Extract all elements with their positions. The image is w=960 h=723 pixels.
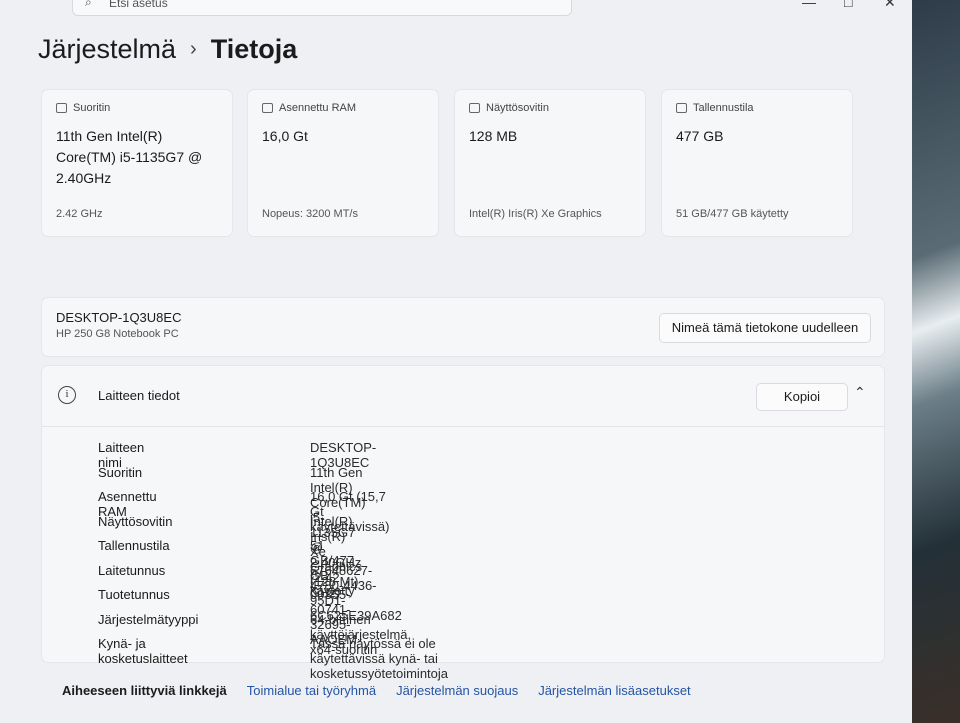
card-value: 16,0 Gt <box>262 128 308 144</box>
minimize-button[interactable]: — <box>802 0 816 10</box>
desktop-wallpaper <box>912 0 960 723</box>
divider <box>42 426 884 427</box>
search-box[interactable]: ⌕ Etsi asetus <box>72 0 572 16</box>
card-label: Suoritin <box>73 102 111 114</box>
card-storage: Tallennustila 477 GB 51 GB/477 GB käytet… <box>662 90 852 236</box>
card-value: 11th Gen Intel(R) Core(TM) i5-1135G7 @ 2… <box>56 128 203 186</box>
title-bar: ⌕ Etsi asetus — □ ✕ <box>0 0 912 18</box>
device-specs-title: Laitteen tiedot <box>98 388 180 403</box>
device-specs-panel: i Laitteen tiedot Kopioi ⌃ Laitteen nimi… <box>42 366 884 681</box>
search-icon: ⌕ <box>85 0 92 9</box>
pc-model: HP 250 G8 Notebook PC <box>56 328 179 340</box>
card-ram: Asennettu RAM 16,0 Gt Nopeus: 3200 MT/s <box>248 90 438 236</box>
card-value: 477 GB <box>676 128 724 144</box>
spec-key: Laitetunnus <box>98 562 166 578</box>
card-label: Asennettu RAM <box>279 102 357 114</box>
card-processor: Suoritin 11th Gen Intel(R) Core(TM) i5-1… <box>42 90 232 236</box>
link-system-protection[interactable]: Järjestelmän suojaus <box>396 683 518 698</box>
card-footer: Intel(R) Iris(R) Xe Graphics <box>469 208 602 220</box>
spec-key: Tallennustila <box>98 538 170 553</box>
spec-key: Järjestelmätyyppi <box>98 611 199 627</box>
link-advanced-system-settings[interactable]: Järjestelmän lisäasetukset <box>538 683 690 698</box>
maximize-button[interactable]: □ <box>844 0 852 10</box>
ram-icon <box>262 103 273 113</box>
card-label: Tallennustila <box>693 102 754 114</box>
page-title: Järjestelmä › Tietoja <box>38 34 297 65</box>
card-display-adapter: Näyttösovitin 128 MB Intel(R) Iris(R) Xe… <box>455 90 645 236</box>
storage-icon <box>676 103 687 113</box>
spec-key: Näyttösovitin <box>98 513 173 529</box>
chevron-right-icon: › <box>190 38 197 60</box>
info-icon: i <box>58 386 76 404</box>
spec-key: Kynä- ja kosketuslaitteet <box>98 636 188 666</box>
breadcrumb-current: Tietoja <box>210 34 298 64</box>
related-links: Aiheeseen liittyviä linkkejä Toimialue t… <box>42 668 884 712</box>
link-domain-workgroup[interactable]: Toimialue tai työryhmä <box>247 683 376 698</box>
settings-window: ⌕ Etsi asetus — □ ✕ Järjestelmä › Tietoj… <box>0 0 912 723</box>
copy-button[interactable]: Kopioi <box>756 383 848 411</box>
rename-pc-button[interactable]: Nimeä tämä tietokone uudelleen <box>659 313 871 343</box>
spec-key: Tuotetunnus <box>98 587 170 602</box>
card-footer: Nopeus: 3200 MT/s <box>262 208 358 220</box>
processor-icon <box>56 103 67 113</box>
search-placeholder: Etsi asetus <box>109 0 168 10</box>
related-links-label: Aiheeseen liittyviä linkkejä <box>62 682 227 698</box>
card-value: 128 MB <box>469 128 518 144</box>
pc-name-panel: DESKTOP-1Q3U8EC HP 250 G8 Notebook PC Ni… <box>42 298 884 356</box>
card-footer: 2.42 GHz <box>56 208 103 220</box>
chevron-up-icon[interactable]: ⌃ <box>854 384 866 401</box>
card-footer: 51 GB/477 GB käytetty <box>676 208 789 220</box>
close-button[interactable]: ✕ <box>884 0 896 11</box>
card-label: Näyttösovitin <box>486 102 549 114</box>
pc-name: DESKTOP-1Q3U8EC <box>56 310 182 325</box>
display-adapter-icon <box>469 103 480 113</box>
breadcrumb-parent[interactable]: Järjestelmä <box>38 34 176 65</box>
spec-key: Suoritin <box>98 464 143 480</box>
